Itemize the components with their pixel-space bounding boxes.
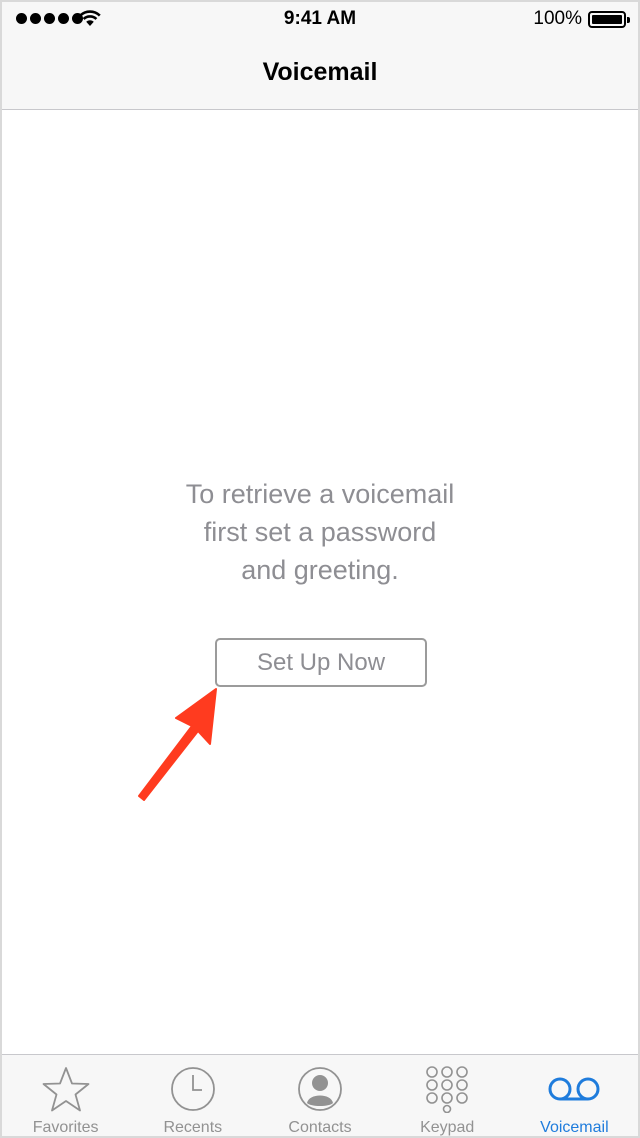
status-bar: 9:41 AM 100% — [2, 2, 638, 38]
tab-label: Favorites — [32, 1119, 99, 1136]
setup-message: To retrieve a voicemail first set a pass… — [2, 475, 638, 589]
navigation-bar: Voicemail — [2, 38, 638, 110]
tab-voicemail[interactable]: Voicemail — [511, 1055, 638, 1136]
keypad-icon — [426, 1066, 469, 1113]
battery-percent: 100% — [533, 8, 582, 29]
voicemail-icon — [548, 1077, 600, 1101]
message-line: first set a password — [203, 517, 437, 547]
red-arrow-icon — [138, 688, 217, 801]
battery-icon — [588, 11, 630, 28]
tab-favorites[interactable]: Favorites — [2, 1055, 129, 1136]
tab-recents[interactable]: Recents — [129, 1055, 256, 1136]
tab-contacts[interactable]: Contacts — [256, 1055, 383, 1136]
phone-screen: 9:41 AM 100% Voicemail To retrieve a voi… — [0, 0, 640, 1138]
message-line: To retrieve a voicemail — [185, 479, 455, 509]
tab-label: Voicemail — [540, 1119, 609, 1136]
tab-keypad[interactable]: Keypad — [384, 1055, 511, 1136]
tab-label: Keypad — [420, 1119, 475, 1136]
set-up-now-button[interactable]: Set Up Now — [215, 638, 427, 687]
tab-bar: Favorites Recents Contacts Keypad Voicem… — [2, 1054, 638, 1136]
contact-icon — [298, 1067, 342, 1111]
tab-label: Contacts — [288, 1119, 352, 1136]
page-title: Voicemail — [262, 58, 378, 86]
tab-label: Recents — [163, 1119, 223, 1136]
message-line: and greeting. — [241, 555, 399, 585]
star-icon — [42, 1067, 89, 1112]
clock-icon — [170, 1067, 215, 1111]
